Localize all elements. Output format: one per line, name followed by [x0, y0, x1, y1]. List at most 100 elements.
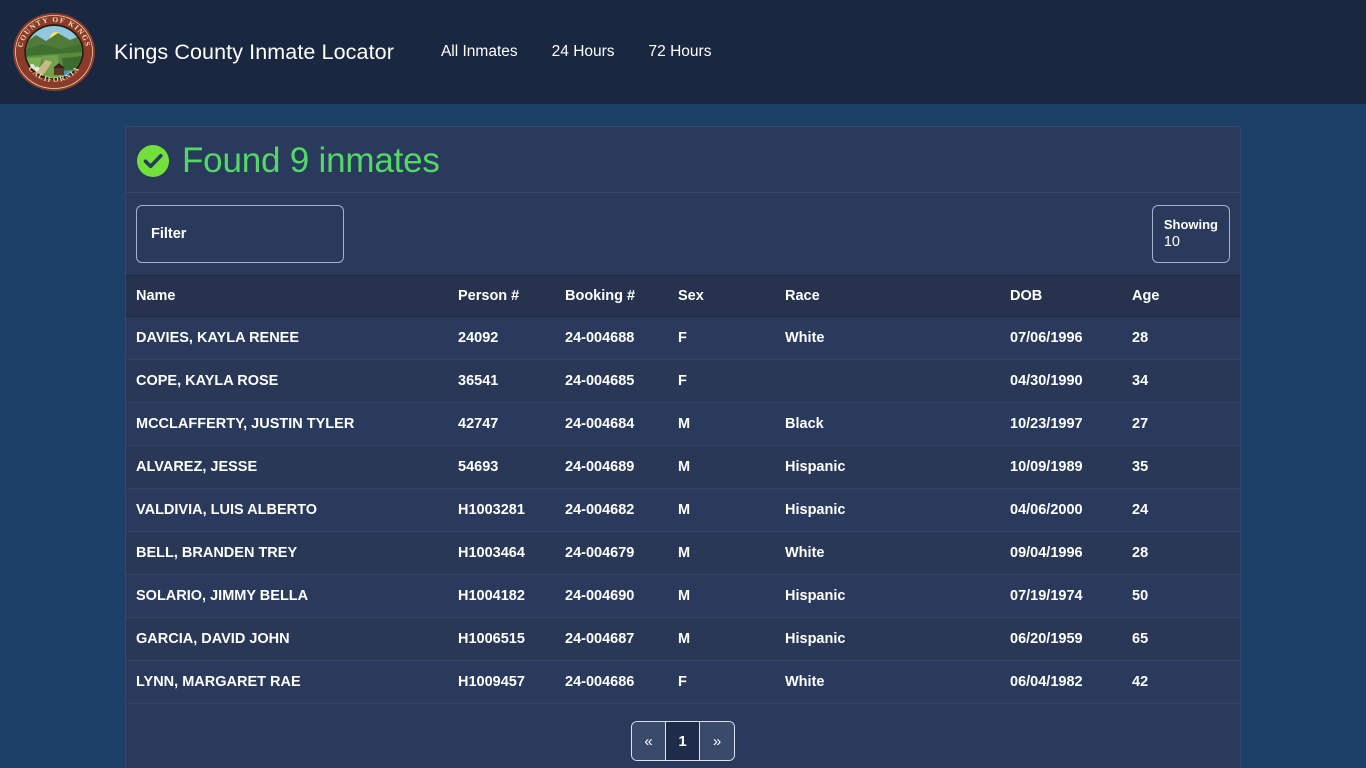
cell-name: BELL, BRANDEN TREY	[126, 531, 458, 575]
column-header-name[interactable]: Name	[126, 275, 458, 317]
cell-name: COPE, KAYLA ROSE	[126, 359, 458, 403]
cell-name: GARCIA, DAVID JOHN	[126, 617, 458, 661]
table-header-row: Name Person # Booking # Sex Race DOB Age	[126, 275, 1240, 317]
cell-sex: F	[678, 660, 785, 704]
column-header-sex[interactable]: Sex	[678, 275, 785, 317]
table-row[interactable]: SOLARIO, JIMMY BELLA H1004182 24-004690 M Hi…	[126, 574, 1240, 618]
cell-name: SOLARIO, JIMMY BELLA	[126, 574, 458, 618]
table-row[interactable]: DAVIES, KAYLA RENEE 24092 24-004688 F White 0…	[126, 316, 1240, 360]
pagination-page-1-button[interactable]: 1	[666, 722, 700, 760]
cell-booking: 24-004684	[565, 402, 678, 446]
primary-nav: All Inmates 24 Hours 72 Hours	[424, 35, 728, 69]
cell-age: 27	[1132, 402, 1240, 446]
cell-dob: 09/04/1996	[1010, 531, 1132, 575]
cell-dob: 06/04/1982	[1010, 660, 1132, 704]
cell-race	[785, 359, 1010, 403]
pagination-next-button[interactable]: »	[700, 722, 734, 760]
nav-link-all-inmates[interactable]: All Inmates	[424, 35, 535, 69]
cell-sex: M	[678, 445, 785, 489]
cell-dob: 04/30/1990	[1010, 359, 1132, 403]
cell-age: 50	[1132, 574, 1240, 618]
pagination-prev-button[interactable]: «	[632, 722, 666, 760]
table-controls: Filter Showing 10	[126, 193, 1240, 275]
cell-booking: 24-004688	[565, 316, 678, 360]
cell-person: H1009457	[458, 660, 565, 704]
results-card-header: Found 9 inmates	[126, 127, 1240, 193]
cell-booking: 24-004682	[565, 488, 678, 532]
inmates-table-body: DAVIES, KAYLA RENEE 24092 24-004688 F White 0…	[126, 316, 1240, 704]
cell-race: White	[785, 660, 1010, 704]
cell-dob: 10/23/1997	[1010, 402, 1132, 446]
cell-person: H1003281	[458, 488, 565, 532]
table-row[interactable]: LYNN, MARGARET RAE H1009457 24-004686 F Whit…	[126, 660, 1240, 704]
cell-race: Hispanic	[785, 445, 1010, 489]
cell-age: 34	[1132, 359, 1240, 403]
cell-age: 42	[1132, 660, 1240, 704]
table-row[interactable]: BELL, BRANDEN TREY H1003464 24-004679 M Whit…	[126, 531, 1240, 575]
column-header-age[interactable]: Age	[1132, 275, 1240, 317]
showing-label: Showing	[1163, 216, 1218, 232]
cell-age: 35	[1132, 445, 1240, 489]
cell-dob: 07/06/1996	[1010, 316, 1132, 360]
table-row[interactable]: ALVAREZ, JESSE 54693 24-004689 M Hispanic 10/…	[126, 445, 1240, 489]
cell-name: LYNN, MARGARET RAE	[126, 660, 458, 704]
table-row[interactable]: MCCLAFFERTY, JUSTIN TYLER 42747 24-004684 M…	[126, 402, 1240, 446]
showing-count-select[interactable]: Showing 10	[1151, 205, 1230, 263]
cell-sex: M	[678, 617, 785, 661]
table-row[interactable]: GARCIA, DAVID JOHN H1006515 24-004687 M Hisp…	[126, 617, 1240, 661]
cell-booking: 24-004689	[565, 445, 678, 489]
table-row[interactable]: COPE, KAYLA ROSE 36541 24-004685 F 04/30/199…	[126, 359, 1240, 403]
column-header-race[interactable]: Race	[785, 275, 1010, 317]
cell-dob: 04/06/2000	[1010, 488, 1132, 532]
cell-race: Hispanic	[785, 488, 1010, 532]
check-circle-icon	[136, 144, 170, 178]
table-footer: « 1 »	[126, 704, 1240, 768]
cell-race: White	[785, 531, 1010, 575]
cell-booking: 24-004679	[565, 531, 678, 575]
cell-person: 24092	[458, 316, 565, 360]
cell-person: H1004182	[458, 574, 565, 618]
cell-booking: 24-004690	[565, 574, 678, 618]
cell-booking: 24-004685	[565, 359, 678, 403]
nav-link-24-hours[interactable]: 24 Hours	[535, 35, 632, 69]
cell-race: White	[785, 316, 1010, 360]
cell-person: H1006515	[458, 617, 565, 661]
cell-race: Hispanic	[785, 574, 1010, 618]
cell-age: 24	[1132, 488, 1240, 532]
cell-dob: 10/09/1989	[1010, 445, 1132, 489]
column-header-person[interactable]: Person #	[458, 275, 565, 317]
cell-person: 42747	[458, 402, 565, 446]
page-title[interactable]: Kings County Inmate Locator	[114, 40, 394, 65]
inmates-table: Name Person # Booking # Sex Race DOB Age…	[126, 275, 1240, 704]
cell-sex: M	[678, 574, 785, 618]
cell-dob: 06/20/1959	[1010, 617, 1132, 661]
cell-booking: 24-004686	[565, 660, 678, 704]
cell-name: VALDIVIA, LUIS ALBERTO	[126, 488, 458, 532]
cell-name: DAVIES, KAYLA RENEE	[126, 316, 458, 360]
filter-input[interactable]: Filter	[136, 205, 344, 263]
cell-sex: F	[678, 316, 785, 360]
cell-sex: F	[678, 359, 785, 403]
cell-name: ALVAREZ, JESSE	[126, 445, 458, 489]
kings-county-seal-icon[interactable]: COUNTY OF KINGS CALIFORNIA	[12, 10, 96, 94]
cell-booking: 24-004687	[565, 617, 678, 661]
filter-label: Filter	[151, 226, 187, 242]
cell-name: MCCLAFFERTY, JUSTIN TYLER	[126, 402, 458, 446]
column-header-dob[interactable]: DOB	[1010, 275, 1132, 317]
top-navbar: COUNTY OF KINGS CALIFORNIA Kings County …	[0, 0, 1366, 104]
column-header-booking[interactable]: Booking #	[565, 275, 678, 317]
nav-link-72-hours[interactable]: 72 Hours	[632, 35, 729, 69]
cell-sex: M	[678, 531, 785, 575]
results-status: Found 9 inmates	[136, 143, 1230, 178]
results-card: Found 9 inmates Filter Showing 10 Name P…	[125, 126, 1241, 768]
cell-race: Black	[785, 402, 1010, 446]
cell-sex: M	[678, 488, 785, 532]
cell-person: H1003464	[458, 531, 565, 575]
cell-race: Hispanic	[785, 617, 1010, 661]
cell-age: 28	[1132, 531, 1240, 575]
cell-person: 36541	[458, 359, 565, 403]
results-status-text: Found 9 inmates	[182, 141, 440, 180]
cell-sex: M	[678, 402, 785, 446]
cell-age: 28	[1132, 316, 1240, 360]
table-row[interactable]: VALDIVIA, LUIS ALBERTO H1003281 24-004682 M…	[126, 488, 1240, 532]
